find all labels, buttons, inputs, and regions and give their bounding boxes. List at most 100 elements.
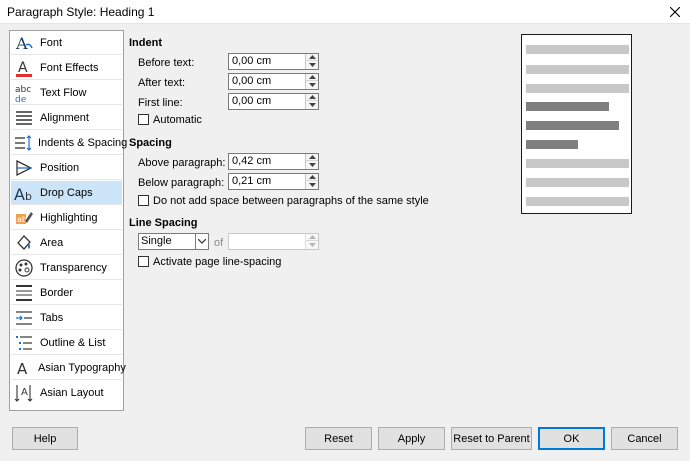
increment-button[interactable]: [306, 174, 318, 181]
svg-text:de: de: [15, 95, 27, 103]
no-space-same-style-checkbox[interactable]: [138, 195, 149, 206]
decrement-button[interactable]: [306, 81, 318, 88]
line-spacing-value: Single: [141, 235, 172, 247]
sidebar-item-label: Asian Layout: [40, 387, 104, 399]
decrement-button[interactable]: [306, 101, 318, 108]
decrement-button[interactable]: [306, 161, 318, 168]
increment-button[interactable]: [306, 74, 318, 81]
chevron-down-icon[interactable]: [195, 234, 208, 249]
increment-button[interactable]: [306, 54, 318, 61]
line-spacing-of-field[interactable]: [228, 233, 319, 250]
asian-typography-icon: A: [13, 357, 33, 379]
sidebar-item-asian-typography[interactable]: A Asian Typography: [11, 356, 126, 380]
decrement-button[interactable]: [306, 181, 318, 188]
line-spacing-select[interactable]: Single: [138, 233, 209, 250]
svg-text:A: A: [21, 387, 28, 398]
reset-button[interactable]: Reset: [305, 427, 372, 450]
help-button[interactable]: Help: [12, 427, 78, 450]
close-button[interactable]: [660, 0, 690, 24]
sidebar-item-label: Position: [40, 161, 80, 174]
sidebar-item-drop-caps[interactable]: Ab Drop Caps: [11, 181, 122, 205]
preview-line: [526, 65, 629, 74]
sidebar-item-label: Outline & List: [40, 336, 106, 349]
cancel-button[interactable]: Cancel: [611, 427, 678, 450]
sidebar-item-label: Transparency: [40, 261, 107, 274]
title-bar: Paragraph Style: Heading 1: [0, 0, 690, 24]
sidebar-item-asian-layout[interactable]: A Asian Layout: [11, 381, 122, 405]
svg-text:A: A: [17, 360, 28, 378]
window-title: Paragraph Style: Heading 1: [7, 5, 155, 19]
sidebar-item-label: Highlighting: [40, 211, 98, 224]
close-icon: [670, 7, 680, 17]
sidebar-item-position[interactable]: Position: [11, 156, 122, 180]
preview-line: [526, 159, 629, 168]
svg-text:A: A: [14, 185, 25, 203]
area-icon: [13, 232, 35, 254]
drop-caps-icon: Ab: [13, 182, 35, 204]
preview-line: [526, 102, 609, 111]
after-text-label: After text:: [138, 77, 186, 89]
sidebar-item-label: Border: [40, 286, 74, 299]
above-paragraph-value: 0,42 cm: [232, 155, 272, 167]
sidebar-item-text-flow[interactable]: abc de Text Flow: [11, 81, 122, 105]
above-paragraph-field[interactable]: 0,42 cm: [228, 153, 319, 170]
svg-text:A: A: [15, 34, 28, 53]
first-line-label: First line:: [138, 97, 183, 109]
page-line-spacing-checkbox[interactable]: [138, 256, 149, 267]
after-text-value: 0,00 cm: [232, 75, 272, 87]
decrement-button[interactable]: [306, 61, 318, 68]
increment-button[interactable]: [306, 234, 318, 241]
apply-button[interactable]: Apply: [378, 427, 445, 450]
preview-line: [526, 197, 629, 206]
outline-list-icon: [13, 332, 35, 354]
page-line-spacing-label: Activate page line-spacing: [153, 256, 282, 268]
above-paragraph-spinner: [305, 154, 318, 169]
sidebar-item-indents-spacing[interactable]: Indents & Spacing: [11, 131, 127, 155]
tabs-icon: [13, 307, 35, 329]
sidebar-item-alignment[interactable]: Alignment: [11, 106, 122, 130]
sidebar-item-label: Font: [40, 36, 63, 49]
after-text-field[interactable]: 0,00 cm: [228, 73, 319, 90]
sidebar-item-transparency[interactable]: Transparency: [11, 256, 122, 280]
svg-text:A: A: [18, 60, 28, 76]
preview-line: [526, 121, 619, 130]
below-paragraph-spinner: [305, 174, 318, 189]
line-spacing-heading: Line Spacing: [129, 217, 198, 229]
spacing-heading: Spacing: [129, 137, 172, 149]
sidebar-item-font[interactable]: A Font: [11, 31, 122, 55]
first-line-field[interactable]: 0,00 cm: [228, 93, 319, 110]
position-icon: [13, 157, 35, 179]
preview-line: [526, 140, 578, 149]
sidebar-item-label: Alignment: [40, 111, 89, 124]
below-paragraph-field[interactable]: 0,21 cm: [228, 173, 319, 190]
text-flow-icon: abc de: [13, 82, 35, 104]
sidebar-item-border[interactable]: Border: [11, 281, 122, 305]
of-spinner: [305, 234, 318, 249]
reset-to-parent-button[interactable]: Reset to Parent: [451, 427, 532, 450]
before-text-field[interactable]: 0,00 cm: [228, 53, 319, 70]
sidebar-item-area[interactable]: Area: [11, 231, 122, 255]
sidebar-item-font-effects[interactable]: A Font Effects: [11, 56, 122, 80]
ok-button[interactable]: OK: [538, 427, 605, 450]
first-line-spinner: [305, 94, 318, 109]
transparency-icon: [13, 257, 35, 279]
above-paragraph-label: Above paragraph:: [138, 157, 226, 169]
paragraph-preview: [521, 34, 632, 214]
sidebar-item-label: Font Effects: [40, 61, 99, 74]
below-paragraph-value: 0,21 cm: [232, 175, 272, 187]
increment-button[interactable]: [306, 154, 318, 161]
decrement-button[interactable]: [306, 241, 318, 248]
sidebar-item-outline-list[interactable]: Outline & List: [11, 331, 122, 355]
sidebar-item-tabs[interactable]: Tabs: [11, 306, 122, 330]
preview-line: [526, 84, 629, 93]
no-space-same-style-label: Do not add space between paragraphs of t…: [153, 195, 429, 207]
first-line-value: 0,00 cm: [232, 95, 272, 107]
sidebar-item-highlighting[interactable]: ab Highlighting: [11, 206, 122, 230]
svg-text:b: b: [25, 190, 32, 203]
svg-text:abc: abc: [15, 85, 31, 95]
after-text-spinner: [305, 74, 318, 89]
increment-button[interactable]: [306, 94, 318, 101]
of-label: of: [214, 237, 224, 249]
below-paragraph-label: Below paragraph:: [138, 177, 225, 189]
automatic-checkbox[interactable]: [138, 114, 149, 125]
